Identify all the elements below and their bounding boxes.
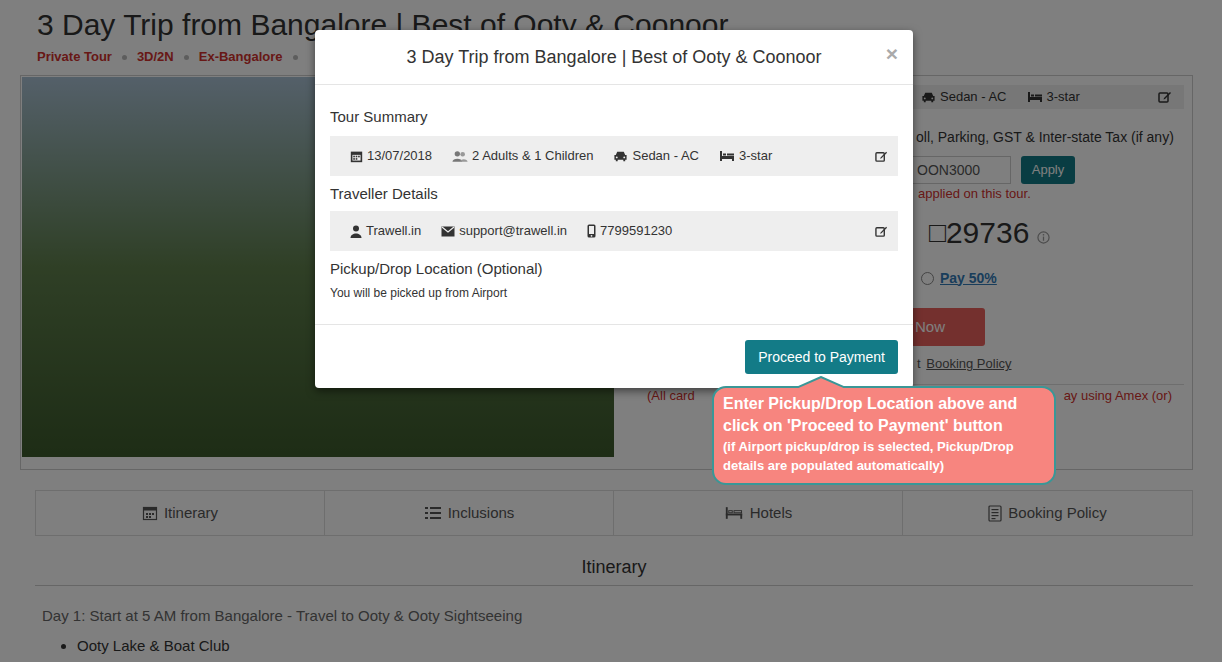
callout-arrow-icon: [796, 376, 846, 388]
modal-title: 3 Day Trip from Bangalore | Best of Ooty…: [407, 45, 822, 69]
booking-modal: 3 Day Trip from Bangalore | Best of Ooty…: [315, 30, 913, 388]
vehicle: Sedan - AC: [632, 146, 699, 166]
edit-icon[interactable]: [875, 225, 888, 238]
tour-summary-box: 13/07/2018 2 Adults & 1 Children Sedan -…: [330, 136, 898, 176]
callout-note: (if Airport pickup/drop is selected, Pic…: [723, 437, 1045, 475]
section-label: Pickup/Drop Location (Optional): [330, 259, 898, 279]
modal-header: 3 Day Trip from Bangalore | Best of Ooty…: [315, 30, 913, 85]
mobile-icon: [587, 224, 596, 238]
traveller-details-box: Trawell.in support@trawell.in 7799591230: [330, 211, 898, 251]
help-callout: Enter Pickup/Drop Location above and cli…: [712, 386, 1056, 485]
close-button[interactable]: ×: [886, 42, 898, 66]
envelope-icon: [441, 226, 455, 237]
traveller-email: support@trawell.in: [459, 221, 567, 241]
section-label: Traveller Details: [330, 184, 898, 204]
travellers: 2 Adults & 1 Children: [472, 146, 593, 166]
pickup-text: You will be picked up from Airport: [330, 284, 898, 302]
user-icon: [350, 225, 362, 238]
bed-icon: [719, 150, 735, 162]
hotel: 3-star: [739, 146, 772, 166]
section-label: Tour Summary: [330, 107, 898, 127]
traveller-name: Trawell.in: [366, 221, 421, 241]
car-icon: [613, 150, 628, 162]
users-icon: [452, 150, 468, 163]
calendar-icon: [350, 150, 363, 163]
callout-text: Enter Pickup/Drop Location above and cli…: [723, 393, 1045, 437]
modal-body: Tour Summary 13/07/2018 2 Adults & 1 Chi…: [315, 85, 913, 324]
edit-icon[interactable]: [875, 150, 888, 163]
tour-date: 13/07/2018: [367, 146, 432, 166]
traveller-phone: 7799591230: [600, 221, 672, 241]
proceed-to-payment-button[interactable]: Proceed to Payment: [745, 340, 898, 374]
